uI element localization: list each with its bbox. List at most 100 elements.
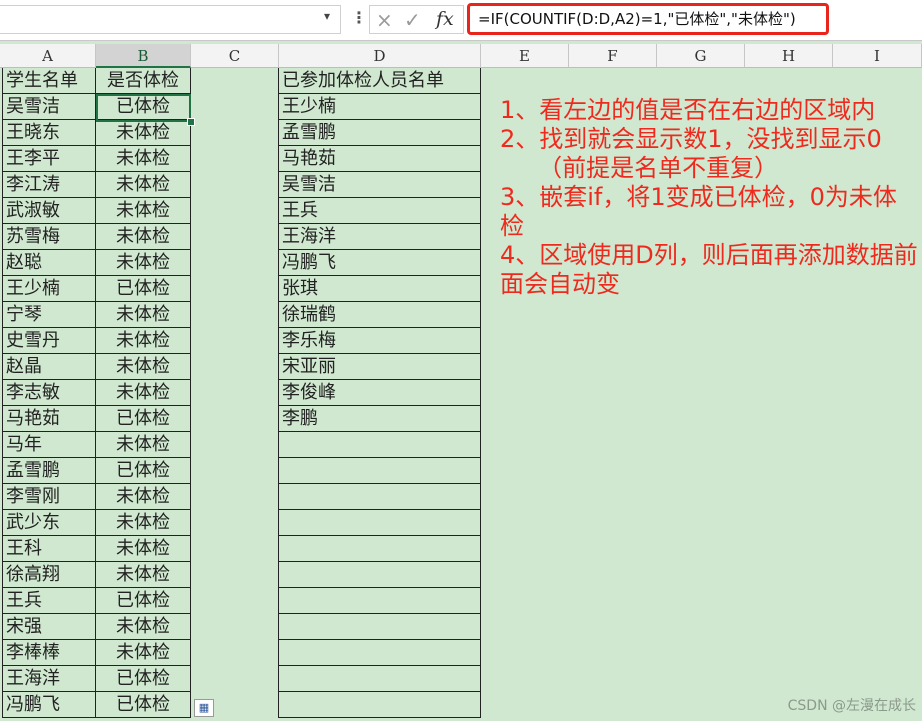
checkup-status-cell[interactable]: 已体检 [96,588,191,614]
attendee-name-cell[interactable]: 王少楠 [279,94,481,120]
checkup-status-cell[interactable]: 未体检 [96,224,191,250]
column-header-b[interactable]: B [96,44,191,68]
student-name-cell[interactable]: 苏雪梅 [3,224,96,250]
attendee-name-cell[interactable]: 王海洋 [279,224,481,250]
student-name-cell[interactable]: 孟雪鹏 [3,458,96,484]
header-checkup-status[interactable]: 是否体检 [96,68,191,94]
student-name-cell[interactable]: 史雪丹 [3,328,96,354]
attendee-empty-cell[interactable] [279,666,481,692]
student-name-cell[interactable]: 王李平 [3,146,96,172]
student-name-cell[interactable]: 冯鹏飞 [3,692,96,718]
attendee-empty-cell[interactable] [279,588,481,614]
student-name-cell[interactable]: 赵晶 [3,354,96,380]
checkup-status-cell[interactable]: 未体检 [96,354,191,380]
more-options-icon[interactable]: ⋮ [351,8,367,27]
student-name-cell[interactable]: 王科 [3,536,96,562]
attendee-name-cell[interactable]: 李俊峰 [279,380,481,406]
checkup-status-cell[interactable]: 未体检 [96,614,191,640]
checkup-status-cell[interactable]: 已体检 [96,692,191,718]
attendee-empty-cell[interactable] [279,510,481,536]
checkup-status-cell[interactable]: 未体检 [96,562,191,588]
attendee-empty-cell[interactable] [279,484,481,510]
header-student-list[interactable]: 学生名单 [3,68,96,94]
paste-options-icon[interactable]: ▦ [194,699,214,717]
attendee-name-cell[interactable]: 李乐梅 [279,328,481,354]
column-header-g[interactable]: G [657,44,745,68]
student-name-cell[interactable]: 马艳茹 [3,406,96,432]
student-name-cell[interactable]: 吴雪洁 [3,94,96,120]
insert-function-icon[interactable]: fx [436,8,454,30]
checkup-status-cell[interactable]: 未体检 [96,120,191,146]
attendee-empty-cell[interactable] [279,458,481,484]
attendee-name-cell[interactable]: 吴雪洁 [279,172,481,198]
checkup-status-cell[interactable]: 未体检 [96,302,191,328]
attendee-name-cell[interactable]: 张琪 [279,276,481,302]
column-header-i[interactable]: I [833,44,922,68]
column-header-f[interactable]: F [569,44,657,68]
checkup-status-cell[interactable]: 未体检 [96,380,191,406]
student-name-cell[interactable]: 王晓东 [3,120,96,146]
column-header-c[interactable]: C [191,44,279,68]
student-name-cell[interactable]: 王兵 [3,588,96,614]
attendee-name-cell[interactable]: 马艳茹 [279,146,481,172]
attendee-empty-cell[interactable] [279,432,481,458]
annotation-notes: 1、看左边的值是否在右边的区域内 2、找到就会显示数1，没找到显示0 （前提是名单… [500,96,920,299]
checkup-status-cell[interactable]: 已体检 [96,276,191,302]
checkup-status-cell[interactable]: 未体检 [96,510,191,536]
formula-buttons: × ✓ fx [369,5,464,34]
student-name-cell[interactable]: 王海洋 [3,666,96,692]
checkup-status-cell[interactable]: 已体检 [96,406,191,432]
fill-handle[interactable] [187,118,195,126]
checkup-status-cell[interactable]: 未体检 [96,328,191,354]
attendee-name-cell[interactable]: 宋亚丽 [279,354,481,380]
attendee-name-cell[interactable]: 冯鹏飞 [279,250,481,276]
column-header-h[interactable]: H [745,44,833,68]
column-header-a[interactable]: A [0,44,96,68]
header-attendee-list[interactable]: 已参加体检人员名单 [279,68,481,94]
student-name-cell[interactable]: 宋强 [3,614,96,640]
checkup-status-cell[interactable]: 未体检 [96,198,191,224]
attendee-empty-cell[interactable] [279,640,481,666]
attendee-name-cell[interactable]: 徐瑞鹤 [279,302,481,328]
checkup-status-cell[interactable]: 已体检 [96,458,191,484]
checkup-status-cell[interactable]: 未体检 [96,640,191,666]
column-header-e[interactable]: E [481,44,569,68]
checkup-status-cell[interactable]: 未体检 [96,484,191,510]
name-box[interactable] [0,5,341,34]
checkup-status-cell[interactable]: 未体检 [96,536,191,562]
checkup-status-cell[interactable]: 未体检 [96,172,191,198]
checkup-status-cell[interactable]: 未体检 [96,432,191,458]
note-line: 4、区域使用D列，则后面再添加数据前面会自动变 [500,241,918,298]
student-name-cell[interactable]: 马年 [3,432,96,458]
enter-check-icon[interactable]: ✓ [404,8,421,32]
attendee-empty-cell[interactable] [279,614,481,640]
attendee-empty-cell[interactable] [279,536,481,562]
student-name-cell[interactable]: 徐高翔 [3,562,96,588]
note-line: 2、找到就会显示数1，没找到显示0 [500,125,882,153]
student-name-cell[interactable]: 宁琴 [3,302,96,328]
attendee-empty-cell[interactable] [279,692,481,718]
note-line: 3、嵌套if，将1变成已体检，0为未体检 [500,183,897,240]
student-name-cell[interactable]: 李棒棒 [3,640,96,666]
checkup-status-cell[interactable]: 未体检 [96,250,191,276]
attendee-name-cell[interactable]: 李鹏 [279,406,481,432]
checkup-status-cell[interactable]: 未体检 [96,146,191,172]
checkup-status-cell[interactable]: 已体检 [96,666,191,692]
formula-bar: ▾ ⋮ × ✓ fx =IF(COUNTIF(D:D,A2)=1,"已体检","… [0,0,922,41]
student-name-cell[interactable]: 武少东 [3,510,96,536]
student-name-cell[interactable]: 李志敏 [3,380,96,406]
chevron-down-icon[interactable]: ▾ [324,9,330,23]
student-name-cell[interactable]: 武淑敏 [3,198,96,224]
cancel-icon[interactable]: × [376,8,393,32]
attendee-name-cell[interactable]: 孟雪鹏 [279,120,481,146]
column-header-d[interactable]: D [279,44,481,68]
student-name-cell[interactable]: 赵聪 [3,250,96,276]
formula-input[interactable]: =IF(COUNTIF(D:D,A2)=1,"已体检","未体检") [467,3,829,35]
attendee-name-cell[interactable]: 王兵 [279,198,481,224]
attendee-empty-cell[interactable] [279,562,481,588]
checkup-status-cell[interactable]: 已体检 [96,94,191,120]
note-line: （前提是名单不重复） [500,154,779,182]
student-name-cell[interactable]: 王少楠 [3,276,96,302]
student-name-cell[interactable]: 李雪刚 [3,484,96,510]
student-name-cell[interactable]: 李江涛 [3,172,96,198]
